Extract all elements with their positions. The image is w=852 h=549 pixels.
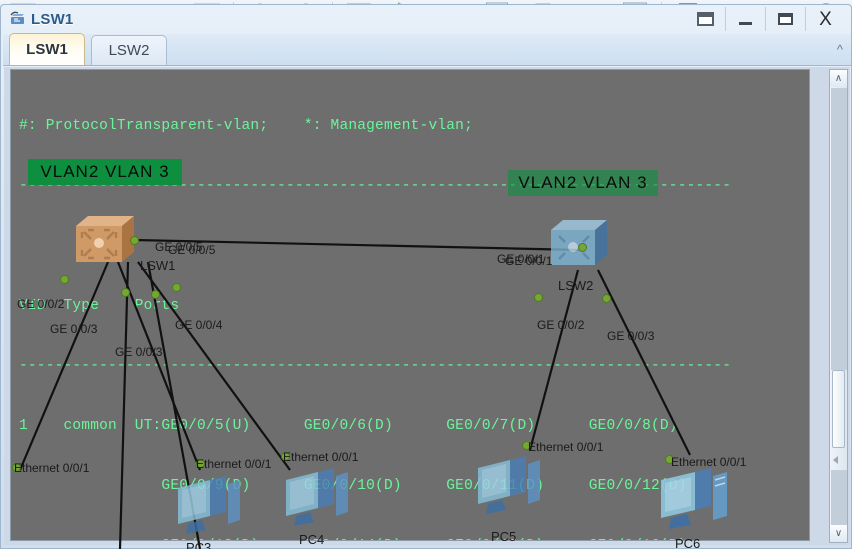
window-title: LSW1	[31, 10, 74, 28]
chevron-down-icon: ∨	[834, 528, 843, 539]
minimize-button[interactable]	[725, 7, 765, 31]
link-label-ge004: GE 0/0/4	[175, 318, 223, 332]
link-label-lsw2-ge002: GE 0/0/2	[537, 318, 585, 332]
close-icon: X	[819, 8, 832, 30]
link-dot	[534, 293, 543, 302]
link-dot	[130, 236, 139, 245]
terminal-line: #: ProtocolTransparent-vlan; *: Manageme…	[19, 118, 473, 134]
link-dot	[172, 283, 181, 292]
link-label-eth-pc4: Ethernet 0/0/1	[196, 457, 272, 471]
link-label-eth-pc4b: Ethernet 0/0/1	[283, 450, 359, 464]
lsw1-node-label: LSW1	[140, 258, 176, 273]
pc5-icon[interactable]	[472, 450, 544, 520]
vlan-annotation-right: VLAN2 VLAN 3	[508, 170, 658, 196]
pc4-icon[interactable]	[280, 462, 352, 532]
tab-lsw1[interactable]: LSW1	[9, 33, 85, 65]
link-label-ge003: GE 0/0/3	[115, 345, 163, 359]
pc4-node-label: PC4	[299, 532, 325, 547]
pc3-icon[interactable]	[172, 470, 244, 540]
pc6-node-label: PC6	[675, 536, 701, 549]
scroll-track-upper[interactable]	[831, 88, 847, 370]
pc3-node-label: PC3	[186, 540, 212, 549]
lsw2-node-label: LSW2	[558, 278, 594, 293]
window-controls: X	[685, 7, 845, 31]
close-button[interactable]: X	[805, 7, 845, 31]
restore-down-button[interactable]	[685, 7, 725, 31]
link-label-eth-pc3: Ethernet 0/0/1	[14, 461, 90, 475]
restore-down-icon	[696, 12, 714, 26]
link-dot	[151, 290, 160, 299]
scroll-track-lower[interactable]	[831, 470, 847, 525]
pc5-node-label: PC5	[491, 529, 517, 544]
link-dot	[60, 275, 69, 284]
link-dot	[602, 294, 611, 303]
link-label-eth-pc5: Ethernet 0/0/1	[528, 440, 604, 454]
tab-lsw1-label: LSW1	[26, 41, 68, 58]
terminal-line: ----------------------------------------…	[19, 358, 732, 374]
link-label-ge005-b: GE 0/0/5	[168, 243, 216, 257]
link-dot	[578, 243, 587, 252]
scroll-down-button[interactable]: ∨	[830, 525, 847, 542]
scroll-position-marker	[833, 456, 838, 464]
app-root: ✂ ☐✖ ⚙	[0, 0, 852, 549]
pc6-icon[interactable]	[655, 462, 733, 536]
maximize-icon	[778, 13, 793, 25]
tab-bar: LSW1 LSW2 ^	[3, 33, 851, 66]
link-label-eth-pc6: Ethernet 0/0/1	[671, 455, 747, 469]
terminal-line: VID Type Ports	[19, 298, 180, 314]
maximize-button[interactable]	[765, 7, 805, 31]
terminal-scrollbar[interactable]: ∧ ∨	[829, 69, 848, 543]
link-label-ge001-lsw2b: GE 0/0/1	[505, 254, 553, 268]
link-label-ge002-a: GE 0/0/2	[17, 297, 65, 311]
minimize-icon	[739, 21, 752, 25]
scrollbar-thumb[interactable]	[832, 370, 845, 448]
chevron-up-icon: ∧	[834, 73, 843, 84]
tab-scroll-up-icon[interactable]: ^	[837, 42, 843, 57]
terminal-line: 1 common UT:GE0/0/5(U) GE0/0/6(D) GE0/0/…	[19, 418, 678, 434]
link-label-lsw2-ge003: GE 0/0/3	[607, 329, 655, 343]
switch-icon	[9, 10, 27, 28]
link-dot	[121, 288, 130, 297]
link-label-ge002-b: GE 0/0/3	[50, 322, 98, 336]
lsw2-switch-icon[interactable]	[545, 215, 611, 271]
tab-lsw2[interactable]: LSW2	[91, 35, 167, 65]
tab-lsw2-label: LSW2	[108, 42, 150, 59]
scroll-up-button[interactable]: ∧	[830, 70, 847, 87]
vlan-annotation-left: VLAN2 VLAN 3	[28, 159, 182, 185]
